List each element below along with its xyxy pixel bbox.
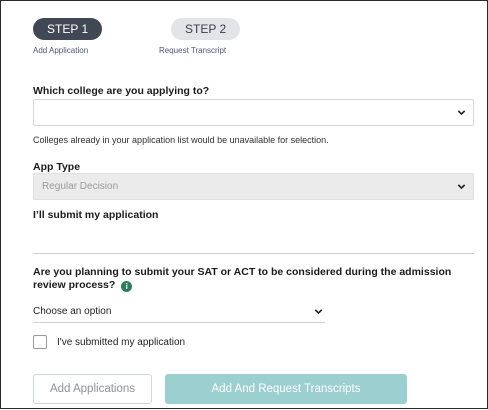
submitted-checkbox[interactable]	[33, 335, 47, 349]
step-1[interactable]: STEP 1	[33, 18, 103, 40]
test-question-line2: review process?	[33, 279, 116, 291]
info-icon[interactable]: i	[121, 281, 133, 292]
step-1-label: Add Application	[33, 46, 89, 55]
test-question: Are you planning to submit your SAT or A…	[33, 266, 451, 292]
step-2-pill[interactable]: STEP 2	[171, 18, 241, 40]
test-option-select[interactable]: Choose an option	[33, 301, 325, 323]
chevron-down-icon	[457, 182, 466, 191]
college-note: Colleges already in your application lis…	[33, 135, 329, 145]
chevron-down-icon	[314, 307, 323, 316]
step-2[interactable]: STEP 2	[171, 18, 241, 40]
chevron-down-icon	[457, 108, 466, 117]
app-type-value: Regular Decision	[42, 181, 119, 192]
add-and-request-transcripts-button[interactable]: Add And Request Transcripts	[165, 374, 407, 404]
step-2-label: Request Transcript	[159, 46, 227, 55]
test-option-value: Choose an option	[33, 306, 112, 317]
app-type-select[interactable]: Regular Decision	[33, 173, 474, 200]
test-question-line1: Are you planning to submit your SAT or A…	[33, 266, 452, 278]
college-select[interactable]	[33, 99, 474, 126]
submitted-checkbox-label[interactable]: I've submitted my application	[57, 337, 185, 348]
add-applications-button[interactable]: Add Applications	[33, 374, 152, 404]
submit-application-label: I’ll submit my application	[33, 209, 159, 221]
step-1-pill[interactable]: STEP 1	[33, 18, 103, 40]
app-type-label: App Type	[33, 161, 81, 173]
college-question: Which college are you applying to?	[33, 85, 210, 97]
submit-application-field[interactable]	[33, 253, 474, 254]
